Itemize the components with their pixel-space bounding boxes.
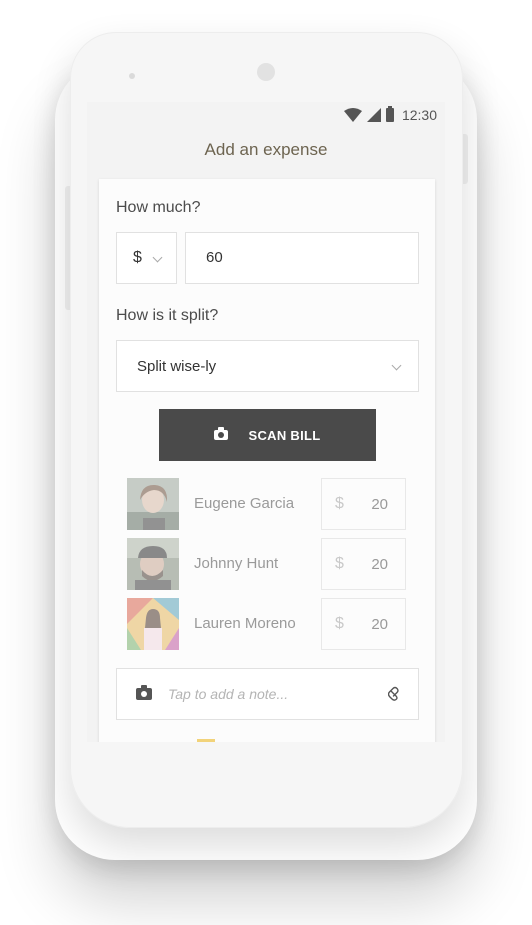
share-amount: 20 [371,556,388,573]
status-bar: 12:30 [87,102,445,128]
status-time: 12:30 [401,107,437,123]
sensor-dot [129,73,135,79]
participant-row: Eugene Garcia $ 20 [127,478,407,530]
camera-icon[interactable] [136,685,152,700]
amount-label: How much? [116,199,201,216]
page-title: Add an expense [204,140,328,159]
participant-name: Lauren Moreno [194,615,296,632]
participant-row: Johnny Hunt $ 20 [127,538,407,590]
participant-name: Eugene Garcia [194,495,295,512]
avatar [127,598,179,650]
share-currency: $ [335,615,344,632]
chevron-down-icon [391,360,402,371]
scan-bill-label: SCAN BILL [248,427,321,443]
amount-input[interactable]: 60 [185,232,419,284]
share-currency: $ [335,495,344,512]
share-currency: $ [335,555,344,572]
wifi-icon [343,108,362,122]
note-placeholder: Tap to add a note... [168,686,289,702]
paperclip-icon[interactable] [388,686,400,702]
signal-icon [366,108,381,122]
currency-select[interactable]: $ [116,232,177,284]
expense-form-card: How much? $ 60 How is it split? Split wi… [99,179,435,742]
front-camera [257,63,275,81]
participant-row: Lauren Moreno $ 20 [127,598,407,650]
app-screen: 12:30 Add an expense How much? $ 60 How … [87,102,445,742]
battery-icon [385,106,394,122]
avatar [127,538,179,590]
participant-name: Johnny Hunt [194,555,279,572]
share-amount-input[interactable]: $ 20 [321,538,406,590]
split-label: How is it split? [116,307,219,324]
share-amount: 20 [371,496,388,513]
split-method-select[interactable]: Split wise-ly [116,340,419,392]
split-method-value: Split wise-ly [137,358,217,375]
currency-value: $ [133,249,142,266]
amount-value: 60 [206,249,223,266]
avatar [127,478,179,530]
share-amount-input[interactable]: $ 20 [321,478,406,530]
chevron-down-icon [152,252,163,263]
camera-icon [214,427,229,440]
accent-indicator [197,739,215,742]
share-amount: 20 [371,616,388,633]
note-input[interactable]: Tap to add a note... [116,668,419,720]
share-amount-input[interactable]: $ 20 [321,598,406,650]
scan-bill-button[interactable]: SCAN BILL [159,409,376,461]
